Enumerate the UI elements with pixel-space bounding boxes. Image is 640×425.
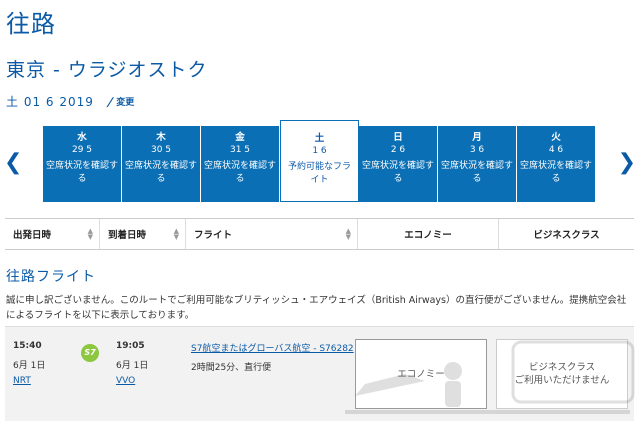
day-status: 空席状況を確認する (125, 161, 198, 184)
day-of-week: 月 (472, 132, 482, 143)
day-tab-mon[interactable]: 月 3 6 空席状況を確認する (438, 126, 517, 202)
day-of-week: 金 (235, 132, 245, 143)
arrival-time: 19:05 (116, 341, 145, 351)
day-date: 29 5 (71, 145, 93, 155)
column-arrival[interactable]: 到着日時 ▲ ▼ (100, 219, 186, 249)
day-tab-fri[interactable]: 金 31 5 空席状況を確認する (201, 126, 280, 202)
business-fare-box: ビジネスクラス ご利用いただけません (496, 339, 628, 409)
business-fare-label: ビジネスクラス (528, 362, 596, 373)
day-date: 4 6 (548, 145, 564, 155)
day-status: 予約可能なフライト (287, 162, 351, 185)
column-business: ビジネスクラス (499, 219, 634, 249)
sort-icon: ▲ ▼ (345, 227, 351, 241)
day-tab-sun[interactable]: 日 2 6 空席状況を確認する (359, 126, 438, 202)
sort-icon: ▲ ▼ (87, 227, 93, 241)
day-of-week: 日 (393, 132, 403, 143)
economy-fare-button[interactable]: エコノミー (355, 339, 487, 409)
day-status: 空席状況を確認する (46, 161, 119, 184)
day-date: 2 6 (390, 145, 406, 155)
day-of-week: 火 (551, 132, 561, 143)
arrival-airport-link[interactable]: VVO (116, 376, 135, 386)
day-of-week: 土 (314, 133, 325, 144)
route-title: 東京 - ウラジオストク (6, 59, 208, 81)
day-status: 空席状況を確認する (204, 161, 277, 184)
column-economy: エコノミー (358, 219, 499, 249)
prev-week-arrow-icon[interactable]: ❮ (4, 152, 22, 174)
selected-date-row: 土 01 6 2019 / 変更 (6, 93, 134, 110)
departure-airport-link[interactable]: NRT (13, 376, 31, 386)
s7-airline-logo: S7 (81, 344, 99, 362)
day-status: 空席状況を確認する (362, 161, 435, 184)
arrival-date: 6月 1日 (116, 361, 149, 371)
departure-date: 6月 1日 (13, 361, 46, 371)
section-title: 往路フライト (6, 269, 96, 285)
column-departure[interactable]: 出発日時 ▲ ▼ (5, 219, 100, 249)
next-week-arrow-icon[interactable]: ❯ (618, 152, 636, 174)
flight-duration: 2時間25分、直行便 (191, 363, 272, 373)
day-tab-thu[interactable]: 木 30 5 空席状況を確認する (122, 126, 201, 202)
column-flight[interactable]: フライト ▲ ▼ (186, 219, 358, 249)
day-date: 31 5 (229, 145, 251, 155)
day-of-week: 木 (156, 132, 166, 143)
column-departure-label: 出発日時 (13, 230, 52, 241)
business-fare-status: ご利用いただけません (514, 375, 610, 386)
flight-carrier-link[interactable]: S7航空またはグローバス航空 - S76282 (191, 341, 354, 354)
selected-date: 土 01 6 2019 (6, 95, 94, 109)
change-date-link[interactable]: 変更 (116, 95, 134, 108)
day-status: 空席状況を確認する (441, 161, 514, 184)
day-status: 空席状況を確認する (520, 161, 593, 184)
day-tab-wed[interactable]: 水 29 5 空席状況を確認する (43, 126, 122, 202)
day-date: 3 6 (469, 145, 485, 155)
economy-fare-label: エコノミー (397, 368, 445, 380)
day-tab-tue[interactable]: 火 4 6 空席状況を確認する (517, 126, 596, 202)
no-direct-flight-notice: 誠に申し訳ございません。このルートでご利用可能なブリティッシュ・エアウェイズ（B… (6, 295, 627, 321)
results-table-header: 出発日時 ▲ ▼ 到着日時 ▲ ▼ フライト ▲ ▼ エコノミー ビジネスクラス (5, 218, 634, 250)
page-title: 往路 (6, 10, 56, 38)
day-of-week: 水 (77, 132, 87, 143)
date-carousel: 水 29 5 空席状況を確認する 木 30 5 空席状況を確認する 金 31 5… (43, 120, 597, 202)
day-date: 30 5 (150, 145, 172, 155)
flight-result-row: 15:40 6月 1日 NRT S7 19:05 6月 1日 VVO S7航空ま… (5, 326, 634, 421)
column-arrival-label: 到着日時 (108, 230, 147, 241)
departure-time: 15:40 (13, 341, 42, 351)
column-economy-label: エコノミー (404, 230, 452, 241)
day-date: 1 6 (312, 146, 327, 156)
sort-icon: ▲ ▼ (173, 227, 179, 241)
day-tab-sat-selected[interactable]: 土 1 6 予約可能なフライト (280, 120, 359, 202)
pencil-icon[interactable]: / (106, 95, 115, 109)
column-flight-label: フライト (194, 230, 233, 241)
column-business-label: ビジネスクラス (533, 230, 600, 241)
